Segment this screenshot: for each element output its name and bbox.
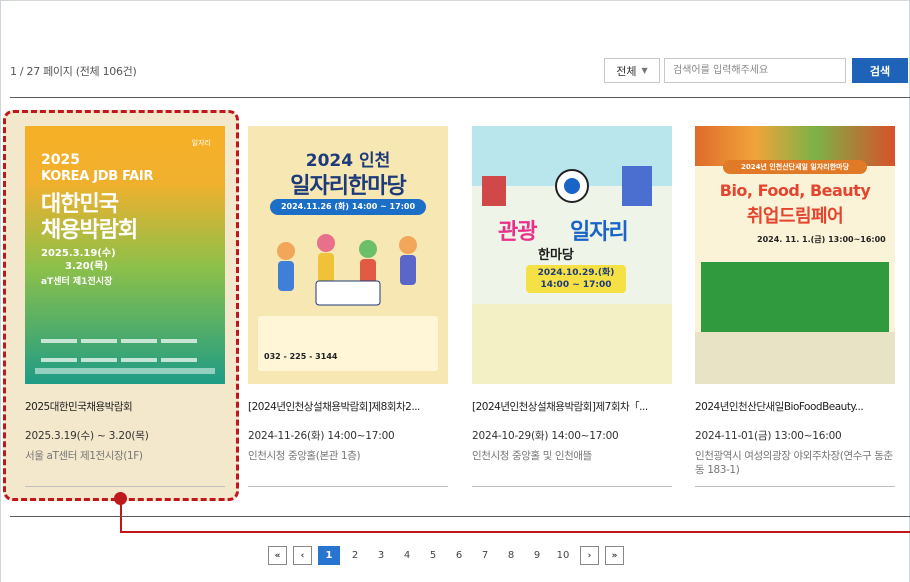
poster-info-box — [701, 262, 889, 332]
page-button-9[interactable]: 9 — [526, 546, 548, 565]
poster-text: 관광 — [498, 220, 537, 245]
event-place: 서울 aT센터 제1전시장(1F) — [25, 450, 143, 462]
page-button-6[interactable]: 6 — [448, 546, 470, 565]
event-title[interactable]: 2025대한민국채용박람회 — [25, 399, 225, 414]
first-page-button[interactable]: « — [268, 546, 287, 565]
search-button[interactable]: 검색 — [852, 58, 908, 83]
event-card-1[interactable]: 일자리 2025 KOREA JDB FAIR 대한민국 채용박람회 2025.… — [25, 126, 225, 463]
page-button-8[interactable]: 8 — [500, 546, 522, 565]
top-divider — [10, 0, 910, 1]
page-button-7[interactable]: 7 — [474, 546, 496, 565]
poster-sponsor-list — [41, 331, 211, 362]
event-title[interactable]: [2024년인천상설채용박람회]제7회차「... — [472, 399, 672, 414]
chevron-down-icon: ▼ — [641, 66, 648, 75]
poster-text: 3.20(목) — [65, 261, 109, 272]
list-bottom-divider — [10, 516, 910, 517]
prev-page-button[interactable]: ‹ — [293, 546, 312, 565]
poster-text: 2024.10.29.(화) 14:00 ~ 17:00 — [526, 265, 626, 293]
poster-text: 일자리한마당 — [290, 174, 406, 199]
last-page-button[interactable]: » — [605, 546, 624, 565]
event-poster-3[interactable]: 관광 일자리 한마당 2024.10.29.(화) 14:00 ~ 17:00 — [472, 126, 672, 384]
poster-text: 2024.11.26 (화) 14:00 ~ 17:00 — [270, 199, 426, 215]
search-bar: 전체 ▼ 검색어를 입력해주세요 검색 — [604, 58, 908, 83]
event-poster-1[interactable]: 일자리 2025 KOREA JDB FAIR 대한민국 채용박람회 2025.… — [25, 126, 225, 384]
poster-text: 일자리 — [570, 220, 629, 245]
poster-illustration — [695, 332, 895, 384]
poster-illustration — [277, 234, 417, 306]
list-top-divider — [10, 97, 910, 98]
event-card-4[interactable]: 2024년 인천산단새일 일자리한마당 Bio, Food, Beauty 취업… — [695, 126, 895, 477]
event-date: 2025.3.19(수) ~ 3.20(목) — [25, 430, 149, 442]
highlight-connector-dot — [114, 492, 127, 505]
page-button-10[interactable]: 10 — [552, 546, 574, 565]
event-place: 인천시청 중앙홀(본관 1층) — [248, 450, 361, 462]
poster-logo: 일자리 — [191, 139, 211, 147]
page-button-5[interactable]: 5 — [422, 546, 444, 565]
poster-info-box — [472, 304, 672, 384]
next-page-button[interactable]: › — [580, 546, 599, 565]
page-count-info: 1 / 27 페이지 (전체 106건) — [10, 65, 137, 78]
poster-illustration — [482, 166, 652, 206]
poster-text: 032 - 225 - 3144 — [264, 352, 338, 361]
poster-text: aT센터 제1전시장 — [41, 277, 113, 287]
pagination: « ‹ 1 2 3 4 5 6 7 8 9 10 › » — [268, 546, 630, 565]
page-button-2[interactable]: 2 — [344, 546, 366, 565]
event-date: 2024-10-29(화) 14:00~17:00 — [472, 430, 619, 442]
card-divider — [25, 486, 225, 487]
event-card-3[interactable]: 관광 일자리 한마당 2024.10.29.(화) 14:00 ~ 17:00 … — [472, 126, 672, 463]
poster-logo-strip — [35, 368, 215, 374]
highlight-connector-horizontal — [120, 531, 910, 533]
page-button-3[interactable]: 3 — [370, 546, 392, 565]
card-divider — [248, 486, 448, 487]
page-button-4[interactable]: 4 — [396, 546, 418, 565]
poster-text: KOREA JDB FAIR — [41, 169, 154, 184]
event-place: 인천광역시 여성의광장 야외주차장(연수구 동춘동 183-1) — [695, 450, 893, 476]
event-card-2[interactable]: 2024 인천 일자리한마당 2024.11.26 (화) 14:00 ~ 17… — [248, 126, 448, 463]
search-scope-value: 전체 — [616, 64, 637, 78]
search-scope-select[interactable]: 전체 ▼ — [604, 58, 660, 83]
event-date: 2024-11-01(금) 13:00~16:00 — [695, 430, 842, 442]
poster-text: 한마당 — [538, 248, 574, 263]
poster-text: Bio, Food, Beauty — [719, 181, 871, 200]
poster-text: 2025 — [41, 152, 80, 168]
event-poster-2[interactable]: 2024 인천 일자리한마당 2024.11.26 (화) 14:00 ~ 17… — [248, 126, 448, 384]
event-date: 2024-11-26(화) 14:00~17:00 — [248, 430, 395, 442]
poster-text: 2024년 인천산단새일 일자리한마당 — [723, 160, 867, 174]
poster-text: 2024. 11. 1.(금) 13:00~16:00 — [757, 235, 886, 244]
poster-info-box — [258, 316, 438, 371]
page-button-1[interactable]: 1 — [318, 546, 340, 565]
poster-text: 취업드림페어 — [746, 206, 844, 227]
event-title[interactable]: 2024년인천산단새일BioFoodBeauty... — [695, 399, 895, 414]
event-title[interactable]: [2024년인천상설채용박람회]제8회차2... — [248, 399, 448, 414]
card-divider — [695, 486, 895, 487]
search-input[interactable]: 검색어를 입력해주세요 — [664, 58, 846, 83]
event-place: 인천시청 중앙홀 및 인천애뜰 — [472, 450, 592, 462]
poster-text: 채용박람회 — [41, 218, 138, 243]
card-divider — [472, 486, 672, 487]
event-poster-4[interactable]: 2024년 인천산단새일 일자리한마당 Bio, Food, Beauty 취업… — [695, 126, 895, 384]
